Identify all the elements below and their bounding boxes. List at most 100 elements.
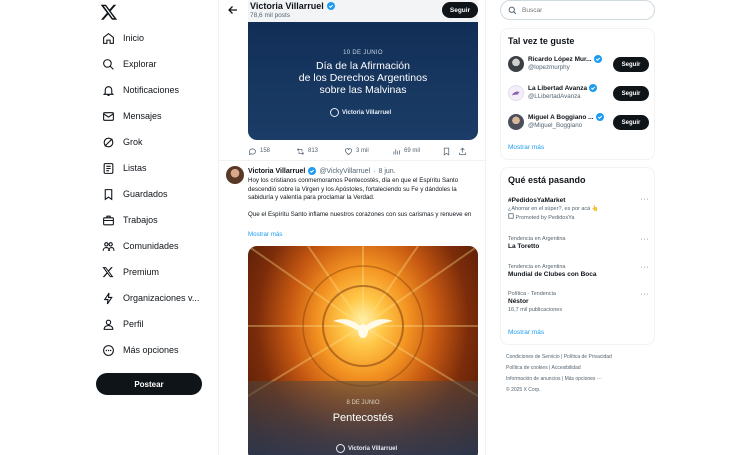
nav-label: Explorar — [123, 59, 157, 69]
footer-link[interactable]: Política de Privacidad — [564, 354, 612, 360]
trend-item[interactable]: #PedidosYaMarket ¿Ahorrar en el súper?, … — [508, 196, 649, 221]
tweet-media-image[interactable]: 8 DE JUNIO Pentecostés Victoria Villarru… — [248, 246, 478, 455]
views-button[interactable]: 69 mil — [392, 147, 442, 156]
reply-icon — [248, 148, 256, 155]
nav-label: Trabajos — [123, 215, 158, 225]
trend-item[interactable]: Política · Tendencia Néstor 16,7 mil pub… — [508, 291, 649, 313]
nav-item-organizaciones[interactable]: Organizaciones v... — [101, 287, 199, 309]
footer-link[interactable]: Información de anuncios — [506, 376, 560, 382]
reply-button[interactable]: 158 — [248, 147, 296, 156]
author-name[interactable]: Victoria Villarruel — [248, 168, 305, 175]
footer-link[interactable]: Condiciones de Servicio — [506, 354, 560, 360]
follow-button[interactable]: Seguir — [613, 115, 649, 130]
nav-item-trabajos[interactable]: Trabajos — [101, 209, 158, 231]
tweet-time[interactable]: 8 jun. — [378, 168, 395, 175]
nav-item-mensajes[interactable]: Mensajes — [101, 105, 162, 127]
nav-item-mas-opciones[interactable]: Más opciones — [101, 339, 179, 361]
promoted-label: Promoted by PedidosYa — [508, 213, 649, 221]
share-button[interactable] — [458, 147, 467, 156]
show-more-link[interactable]: Mostrar más — [248, 231, 282, 238]
avatar[interactable] — [226, 166, 244, 184]
brand-circle-icon — [330, 108, 339, 117]
search-icon — [508, 6, 517, 14]
back-arrow-icon[interactable] — [227, 4, 239, 16]
more-circle-icon — [101, 343, 115, 357]
nav-item-listas[interactable]: Listas — [101, 157, 147, 179]
trend-subtitle: 16,7 mil publicaciones — [508, 307, 563, 313]
grok-icon — [101, 135, 115, 149]
trend-item[interactable]: Tendencia en Argentina La Toretto ··· — [508, 236, 649, 250]
nav-item-grok[interactable]: Grok — [101, 131, 143, 153]
like-button[interactable]: 3 mil — [344, 147, 392, 156]
tweet-divider — [219, 160, 485, 161]
follow-button[interactable]: Seguir — [613, 86, 649, 101]
x-logo-icon[interactable] — [100, 3, 118, 21]
more-options-icon[interactable]: ··· — [641, 264, 650, 271]
footer-link[interactable]: Política de cookies — [506, 365, 548, 371]
nav-label: Guardados — [123, 189, 168, 199]
nav-label: Premium — [123, 267, 160, 277]
user-name: Ricardo López Mur... — [528, 55, 602, 63]
follow-button[interactable]: Seguir — [613, 57, 649, 72]
show-more-link[interactable]: Mostrar más — [508, 329, 544, 336]
user-handle: @Miguel_Boggiano — [528, 122, 583, 129]
nav-item-explorar[interactable]: Explorar — [101, 53, 157, 75]
nav-item-perfil[interactable]: Perfil — [101, 313, 144, 335]
trend-subtitle: ¿Ahorrar en el súper?, es por acá 👆 — [508, 206, 599, 212]
show-more-link[interactable]: Mostrar más — [508, 144, 544, 151]
bell-icon — [101, 83, 115, 97]
nav-item-inicio[interactable]: Inicio — [101, 27, 144, 49]
left-navigation: Inicio Explorar Notificaciones Mensajes … — [0, 0, 218, 455]
tweet-text: Hoy los cristianos conmemoramos Pentecos… — [248, 177, 472, 218]
more-options-icon[interactable]: ··· — [641, 291, 650, 298]
trend-item[interactable]: Tendencia en Argentina Mundial de Clubes… — [508, 264, 649, 278]
more-options-icon[interactable]: ··· — [641, 196, 650, 203]
nav-item-premium[interactable]: Premium — [101, 261, 159, 283]
repost-button[interactable]: 813 — [296, 147, 344, 156]
user-handle: @lopezmurphy — [528, 64, 570, 71]
profile-timeline: 10 DE JUNIO Día de la Afirmación de los … — [218, 0, 486, 455]
search-bar[interactable] — [500, 0, 655, 20]
media-brand-logo: Victoria Villarruel — [330, 108, 391, 117]
footer-link[interactable]: Más opciones ··· — [565, 376, 602, 382]
posts-count: 78,6 mil posts — [250, 12, 291, 19]
bookmark-button[interactable] — [442, 147, 458, 156]
nav-item-notificaciones[interactable]: Notificaciones — [101, 79, 179, 101]
panel-title: Qué está pasando — [508, 175, 586, 185]
repost-icon — [296, 147, 305, 155]
suggested-user[interactable]: La Libertad Avanza @LLibertadAvanza Segu… — [508, 83, 649, 105]
follow-button[interactable]: Seguir — [442, 2, 478, 18]
media-date: 8 DE JUNIO — [346, 400, 380, 406]
nav-label: Comunidades — [123, 241, 179, 251]
user-handle: @LLibertadAvanza — [528, 93, 581, 100]
media-title: Día de la Afirmación de los Derechos Arg… — [298, 60, 428, 96]
suggested-user[interactable]: Ricardo López Mur... @lopezmurphy Seguir — [508, 54, 649, 76]
post-button[interactable]: Postear — [96, 373, 202, 395]
author-handle[interactable]: @VickyVillarruel — [319, 168, 370, 175]
suggested-user[interactable]: Miguel A Boggiano ... @Miguel_Boggiano S… — [508, 112, 649, 134]
nav-item-guardados[interactable]: Guardados — [101, 183, 168, 205]
avatar[interactable] — [508, 114, 524, 130]
bookmark-icon — [101, 187, 115, 201]
user-name: La Libertad Avanza — [528, 84, 598, 92]
nav-label: Notificaciones — [123, 85, 180, 95]
search-input[interactable] — [522, 6, 642, 14]
footer-link[interactable]: Accesibilidad — [552, 365, 581, 371]
avatar[interactable] — [508, 56, 524, 72]
promoted-icon — [508, 213, 514, 219]
heart-icon — [345, 147, 352, 155]
verified-badge-icon — [589, 84, 598, 92]
trend-title: #PedidosYaMarket — [508, 197, 566, 204]
profile-header: Victoria Villarruel 78,6 mil posts Segui… — [219, 0, 485, 22]
nav-item-comunidades[interactable]: Comunidades — [101, 235, 179, 257]
verified-badge-icon — [595, 113, 604, 121]
views-icon — [393, 148, 400, 154]
avatar[interactable] — [508, 85, 524, 101]
lion-logo-icon — [511, 91, 521, 96]
trends-panel: Qué está pasando #PedidosYaMarket ¿Ahorr… — [500, 167, 655, 345]
trend-context: Política · Tendencia — [508, 291, 556, 297]
lightning-icon — [101, 291, 115, 305]
people-icon — [101, 239, 115, 253]
more-options-icon[interactable]: ··· — [641, 236, 650, 243]
profile-name: Victoria Villarruel — [250, 1, 335, 11]
